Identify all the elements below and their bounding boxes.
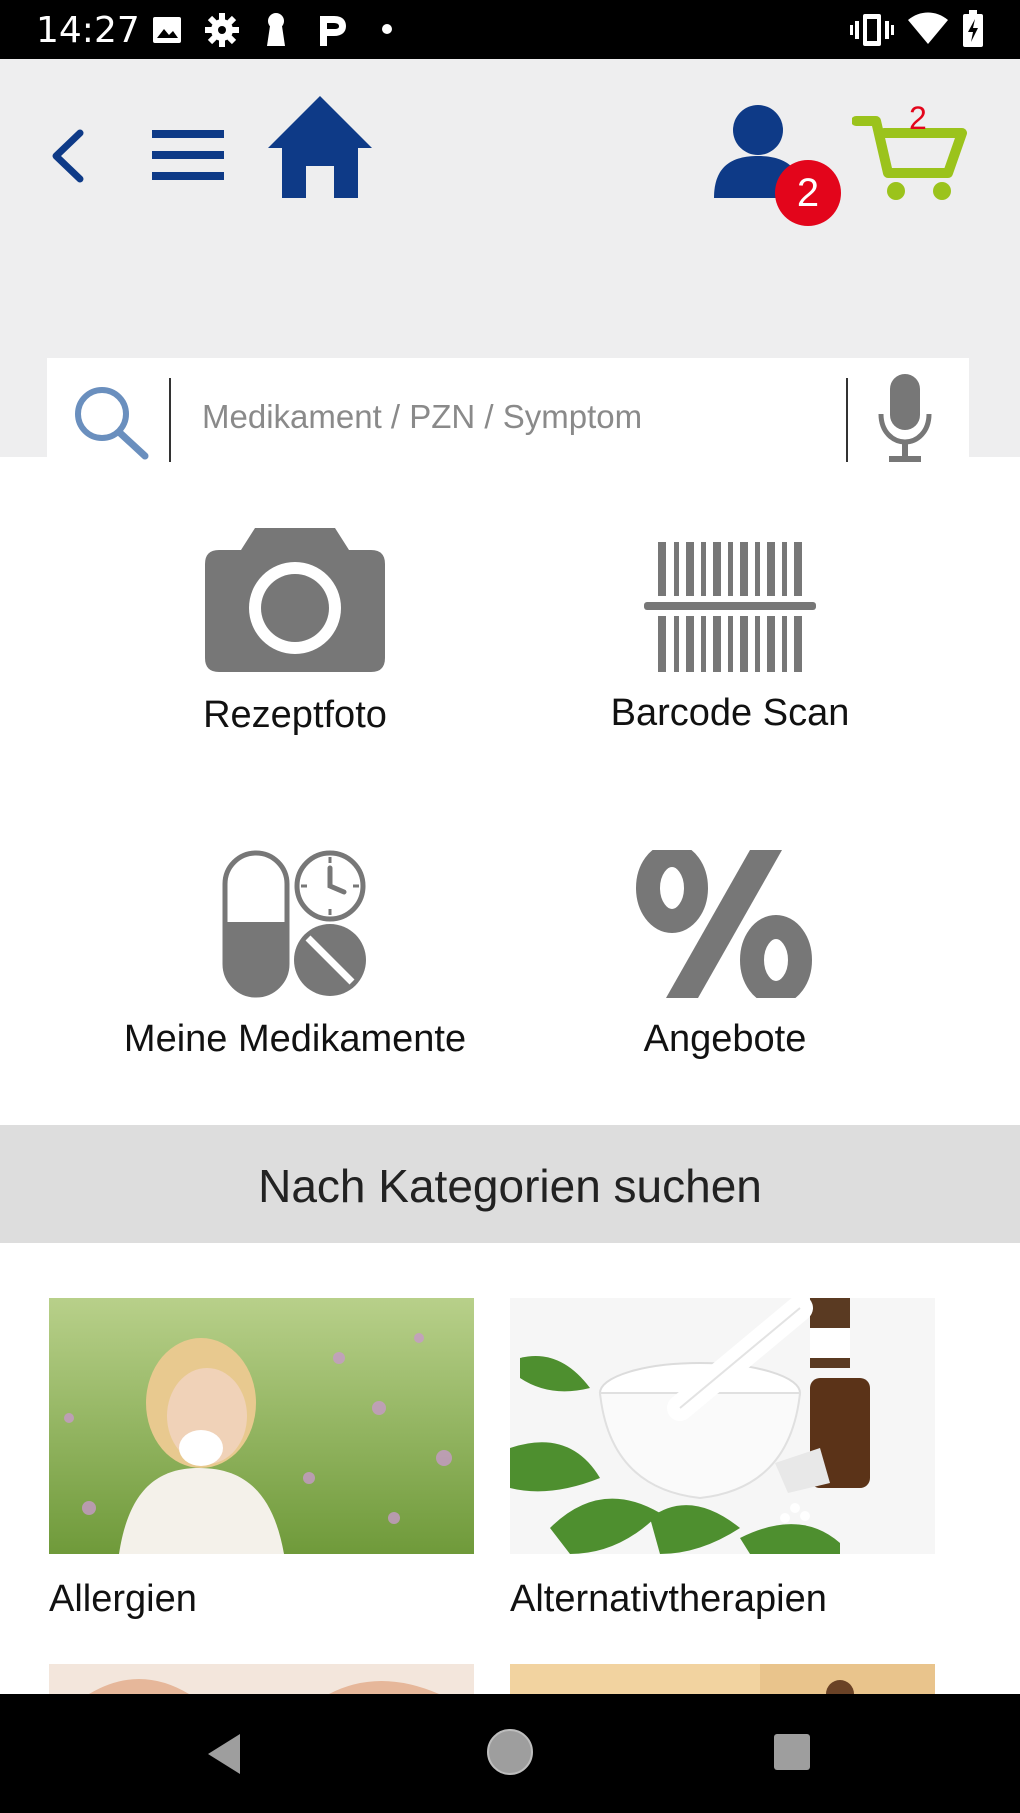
parking-icon: [320, 16, 346, 46]
category-image-partial-left[interactable]: [49, 1664, 474, 1694]
vibrate-icon: [850, 14, 894, 46]
barcode-icon[interactable]: [644, 540, 816, 674]
status-bar: 14:27: [0, 0, 1020, 59]
tile-medikamente-label[interactable]: Meine Medikamente: [124, 1018, 466, 1061]
app-header: 2 2 Medikament / PZN / Symptom: [0, 59, 1020, 477]
cart-count: 2: [909, 100, 927, 136]
battery-icon: [963, 10, 983, 47]
nav-back-icon[interactable]: [204, 1732, 244, 1776]
tile-rezeptfoto-label[interactable]: Rezeptfoto: [203, 694, 387, 737]
category-alternativtherapien-image[interactable]: [510, 1298, 935, 1554]
tile-barcode-label[interactable]: Barcode Scan: [611, 692, 850, 735]
image-icon: [153, 17, 181, 43]
user-notification-badge: 2: [775, 160, 841, 226]
pills-clock-icon[interactable]: [222, 850, 368, 998]
back-button[interactable]: [44, 125, 90, 187]
search-bar: Medikament / PZN / Symptom: [47, 358, 969, 477]
clock: 14:27: [36, 10, 140, 51]
home-button[interactable]: [266, 94, 374, 200]
category-alternativtherapien-label[interactable]: Alternativtherapien: [510, 1578, 827, 1621]
camera-icon[interactable]: [203, 524, 387, 674]
search-input[interactable]: Medikament / PZN / Symptom: [202, 398, 642, 436]
search-divider-left: [169, 378, 171, 462]
percent-icon[interactable]: [636, 850, 812, 998]
system-navigation-bar: [0, 1694, 1020, 1813]
search-divider-right: [846, 378, 848, 462]
nav-home-icon[interactable]: [486, 1728, 534, 1776]
category-allergien-label[interactable]: Allergien: [49, 1578, 197, 1621]
gear-icon: [205, 13, 239, 47]
wifi-icon: [908, 12, 948, 44]
tile-angebote-label[interactable]: Angebote: [644, 1018, 807, 1061]
search-icon[interactable]: [71, 384, 151, 460]
microphone-icon[interactable]: [875, 370, 935, 466]
keyhole-icon: [267, 13, 285, 46]
menu-button[interactable]: [150, 127, 226, 183]
categories-title: Nach Kategorien suchen: [258, 1160, 762, 1212]
category-image-partial-right[interactable]: [510, 1664, 935, 1694]
dot-icon: [382, 24, 392, 34]
nav-recents-icon[interactable]: [772, 1732, 812, 1772]
categories-header: Nach Kategorien suchen: [0, 1125, 1020, 1243]
category-allergien-image[interactable]: [49, 1298, 474, 1554]
